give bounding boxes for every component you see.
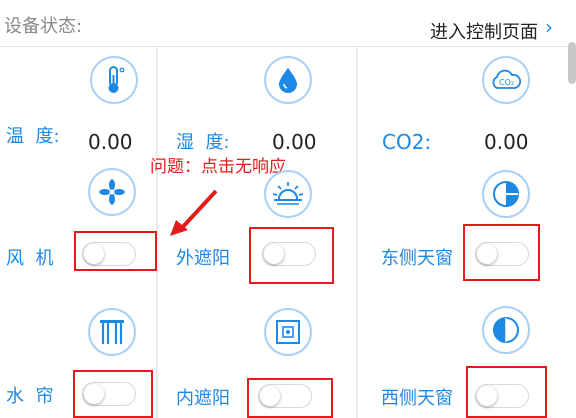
thermometer-icon xyxy=(90,56,138,104)
highlight-box xyxy=(463,224,540,281)
inner-shade-icon xyxy=(264,308,312,356)
east-skylight-label: 东侧天窗 xyxy=(381,248,453,269)
sunrise-icon xyxy=(264,170,312,218)
inner-shade-label: 内遮阳 xyxy=(176,388,230,409)
water-drop-icon xyxy=(264,56,312,104)
page-title: 设备状态: xyxy=(4,16,83,37)
highlight-box xyxy=(74,231,157,271)
humidity-label: 湿 度: xyxy=(176,132,230,153)
co2-label: CO2: xyxy=(382,130,432,154)
highlight-box xyxy=(73,370,153,418)
chevron-right-icon[interactable]: › xyxy=(545,16,553,38)
annotation-arrow-icon xyxy=(170,189,218,236)
enter-control-page-link[interactable]: 进入控制页面 xyxy=(430,18,538,44)
humidity-value: 0.00 xyxy=(272,130,317,154)
curtain-icon xyxy=(88,308,136,356)
column-divider xyxy=(356,47,358,418)
co2-cloud-icon: CO₂ xyxy=(482,56,530,104)
water-curtain-label: 水 帘 xyxy=(6,386,54,407)
window-half-icon xyxy=(482,170,530,218)
temperature-label: 温 度: xyxy=(6,126,60,147)
fan-icon xyxy=(88,168,136,216)
highlight-box xyxy=(247,378,333,418)
svg-text:CO₂: CO₂ xyxy=(499,78,514,87)
fan-label: 风 机 xyxy=(6,248,54,269)
highlight-box xyxy=(466,366,547,418)
outer-shade-label: 外遮阳 xyxy=(176,248,230,269)
page-header: 设备状态: 进入控制页面 › xyxy=(0,0,576,47)
issue-annotation: 问题：点击无响应 xyxy=(150,157,286,177)
window-side-icon xyxy=(482,306,530,354)
highlight-box xyxy=(249,227,334,284)
co2-value: 0.00 xyxy=(484,130,529,154)
scrollbar[interactable] xyxy=(568,42,576,84)
west-skylight-label: 西侧天窗 xyxy=(381,388,453,409)
temperature-value: 0.00 xyxy=(88,130,133,154)
